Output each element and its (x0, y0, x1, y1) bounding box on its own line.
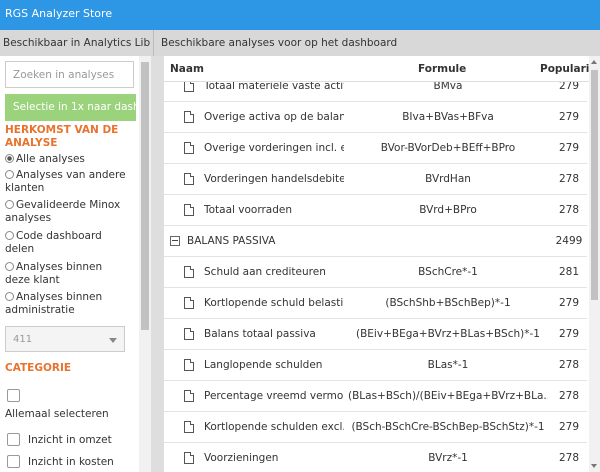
category-label-costs: Inzicht in kosten (28, 456, 114, 468)
category-checkbox-revenue[interactable] (7, 433, 20, 446)
table-scrollbar[interactable] (589, 56, 600, 472)
origin-option-validated[interactable]: Gevalideerde Minox analyses (5, 199, 133, 225)
select-all-label: Allemaal selecteren (5, 408, 109, 420)
document-icon (184, 297, 194, 309)
sidebar: Zoeken in analyses Selectie in 1x naar d… (0, 56, 151, 472)
document-icon (184, 359, 194, 371)
title-bar: RGS Analyzer Store (0, 0, 600, 30)
scroll-down-icon[interactable] (591, 464, 597, 468)
origin-option-administration[interactable]: Analyses binnen administratie (5, 291, 133, 317)
document-icon (184, 266, 194, 278)
search-placeholder: Zoeken in analyses (13, 69, 115, 81)
table-row[interactable]: Totaal voorraden BVrd+BPro 278 (164, 195, 587, 226)
select-all-checkbox[interactable] (7, 389, 20, 402)
select-to-dashboard-button[interactable]: Selectie in 1x naar dashboard (5, 94, 136, 121)
table-gutter (151, 56, 164, 472)
document-icon (184, 204, 194, 216)
radio-icon[interactable] (5, 200, 14, 209)
panel-divider (153, 30, 154, 56)
origin-heading: HERKOMST VAN DE ANALYSE (5, 124, 119, 149)
origin-option-all[interactable]: Alle analyses (5, 153, 133, 166)
document-icon (184, 111, 194, 123)
category-label-revenue: Inzicht in omzet (28, 434, 112, 446)
document-icon (184, 173, 194, 185)
radio-icon[interactable] (5, 170, 14, 179)
origin-option-this-client[interactable]: Analyses binnen deze klant (5, 261, 133, 287)
panel-headers: Beschikbaar in Analytics Library Beschik… (0, 30, 600, 56)
table-row[interactable]: Percentage vreemd vermogen (BLas+BSch)/(… (164, 381, 587, 412)
category-heading: CATEGORIE (5, 362, 72, 374)
column-header-name[interactable]: Naam (170, 63, 204, 75)
table-row[interactable]: Balans totaal passiva (BEiv+BEga+BVrz+BL… (164, 319, 587, 350)
analyses-table: Totaal materiële vaste activa BMva 279 N… (151, 56, 600, 472)
origin-option-code-dashboard[interactable]: Code dashboard delen (5, 230, 133, 256)
chevron-down-icon (109, 338, 117, 343)
scroll-up-icon[interactable] (591, 60, 597, 64)
document-icon (184, 421, 194, 433)
radio-selected-icon[interactable] (5, 154, 14, 163)
column-header-formula[interactable]: Formule (418, 63, 466, 75)
sidebar-scrollbar-thumb[interactable] (141, 62, 149, 330)
document-icon (184, 328, 194, 340)
radio-icon[interactable] (5, 262, 14, 271)
collapse-icon[interactable] (170, 236, 180, 246)
table-row[interactable]: Langlopende schulden BLas*-1 278 (164, 350, 587, 381)
tab-dashboard-analyses[interactable]: Beschikbare analyses voor op het dashboa… (161, 37, 397, 49)
table-row[interactable]: Voorzieningen BVrz*-1 278 (164, 443, 587, 472)
category-checkbox-costs[interactable] (7, 455, 20, 468)
table-header: Naam Formule Populariteit (164, 56, 600, 82)
document-icon (184, 452, 194, 464)
document-icon (184, 142, 194, 154)
radio-icon[interactable] (5, 231, 14, 240)
search-input[interactable]: Zoeken in analyses (5, 61, 134, 88)
table-row[interactable]: Kortlopende schuld belastingen (BSchShb+… (164, 288, 587, 319)
table-row[interactable]: Overige vorderingen incl. effecten BVor-… (164, 133, 587, 164)
radio-icon[interactable] (5, 292, 14, 301)
table-row[interactable]: Overige activa op de balans BIva+BVas+BF… (164, 102, 587, 133)
administration-select[interactable]: 411 (5, 326, 125, 352)
sidebar-scrollbar[interactable] (139, 56, 151, 472)
tab-analytics-library[interactable]: Beschikbaar in Analytics Library (3, 37, 151, 49)
table-row[interactable]: Kortlopende schulden excl. crediteuren (… (164, 412, 587, 443)
group-row-balans-passiva[interactable]: BALANS PASSIVA 2499 (164, 226, 587, 257)
table-row[interactable]: Vorderingen handelsdebiteuren BVrdHan 27… (164, 164, 587, 195)
document-icon (184, 390, 194, 402)
origin-option-other-clients[interactable]: Analyses van andere klanten (5, 169, 133, 195)
table-scrollbar-thumb[interactable] (591, 70, 598, 300)
table-row[interactable]: Schuld aan crediteuren BSchCre*-1 281 (164, 257, 587, 288)
window-title: RGS Analyzer Store (5, 7, 113, 20)
